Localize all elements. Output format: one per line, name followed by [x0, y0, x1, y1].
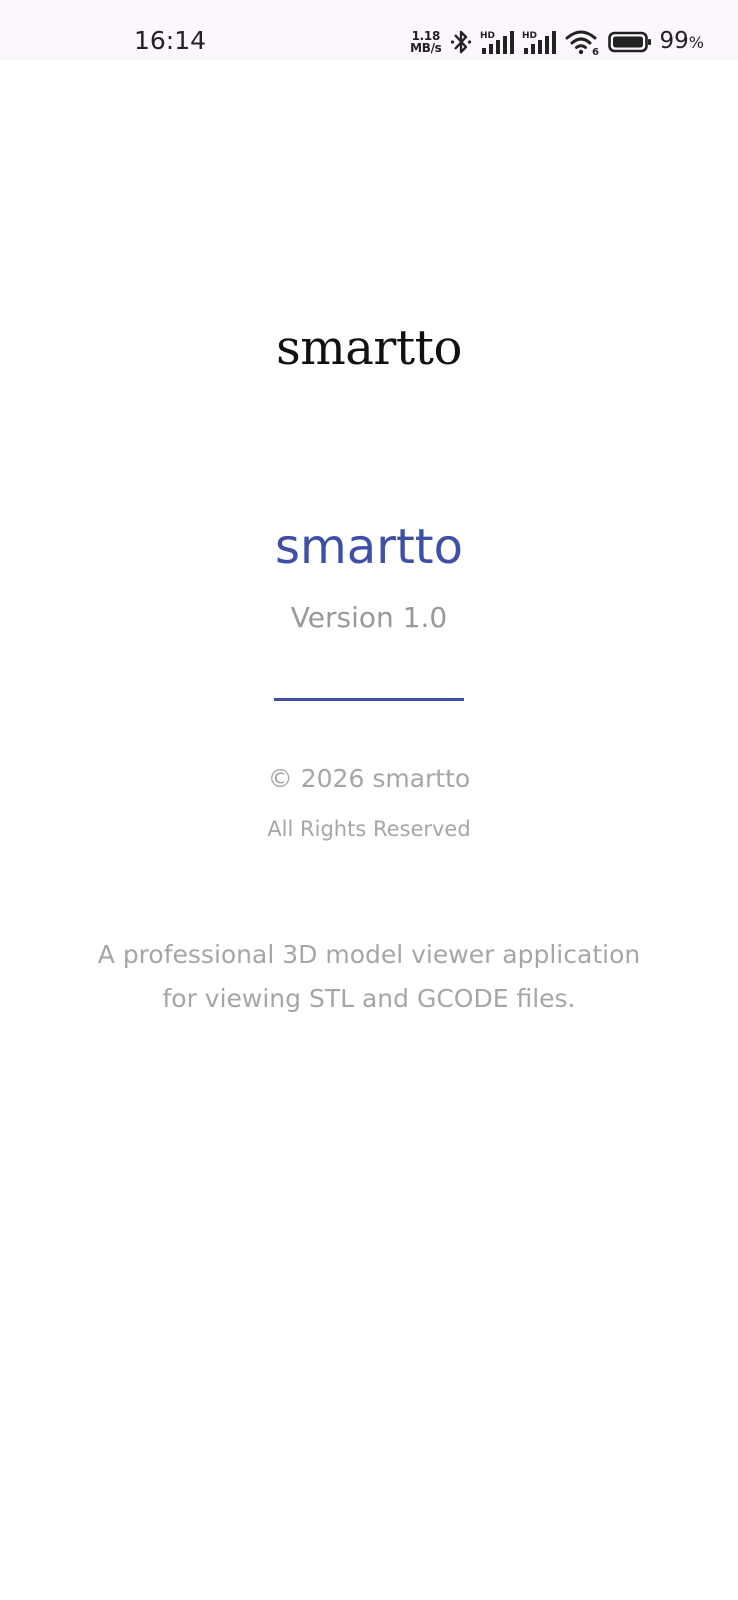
description-line-1: A professional 3D model viewer applicati… — [97, 940, 641, 969]
cellular-signal-icon: HD — [480, 28, 514, 56]
rights-text: All Rights Reserved — [267, 817, 471, 841]
wifi-generation-label: 6 — [592, 47, 599, 56]
battery-icon — [607, 30, 652, 54]
brand-logo: smartto — [276, 320, 462, 376]
signal-hd-label: HD — [480, 31, 495, 41]
copyright-text: © 2026 smartto — [267, 764, 471, 793]
status-bar: 16:14 1.18 MB/s HD HD 6 99% — [0, 0, 738, 60]
app-name: smartto — [275, 519, 463, 575]
battery-percent-value: 99 — [659, 28, 689, 54]
cellular-signal-icon: HD — [522, 28, 556, 56]
battery-percent: 99% — [660, 26, 704, 58]
status-icons: 1.18 MB/s HD HD 6 99% — [410, 26, 704, 58]
battery-percent-sign: % — [688, 33, 704, 52]
signal-hd-label: HD — [522, 31, 537, 41]
network-speed-unit: MB/s — [410, 41, 442, 55]
app-description: A professional 3D model viewer applicati… — [40, 933, 698, 1021]
status-time: 16:14 — [134, 26, 207, 55]
network-speed: 1.18 MB/s — [410, 30, 442, 55]
version-label: Version 1.0 — [290, 601, 448, 634]
wifi-icon: 6 — [564, 28, 600, 56]
accent-divider — [274, 698, 464, 701]
description-line-2: for viewing STL and GCODE files. — [162, 984, 576, 1013]
bluetooth-icon — [450, 28, 472, 56]
